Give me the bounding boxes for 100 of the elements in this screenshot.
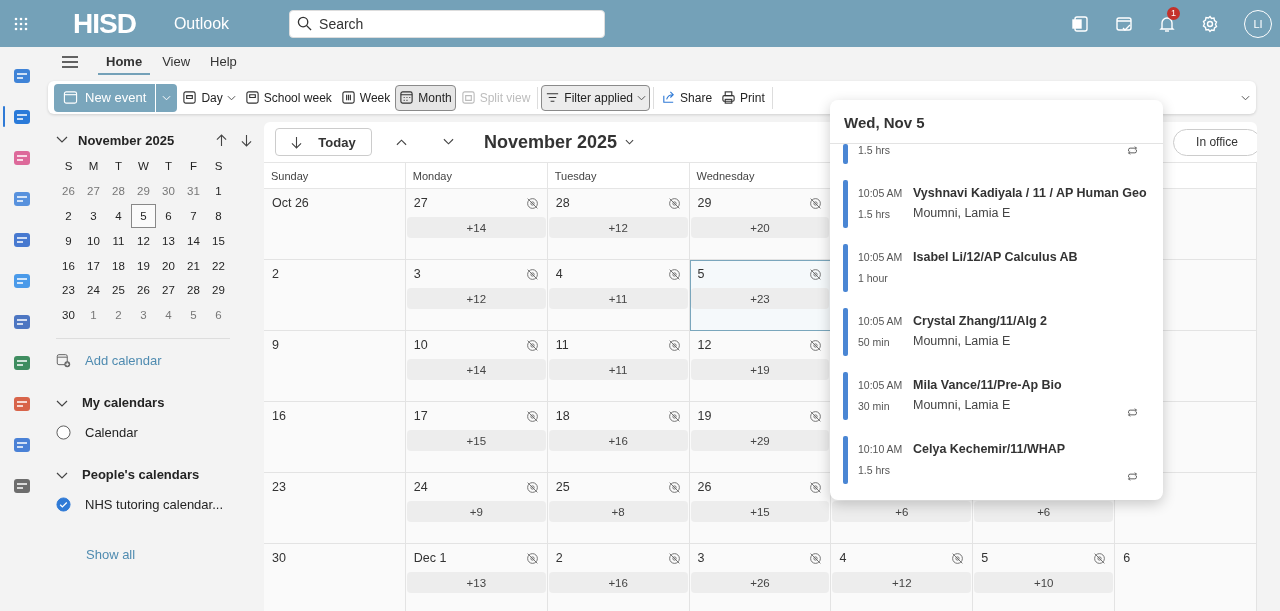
day-cell[interactable]: 2 <box>56 203 81 229</box>
view-button[interactable]: Week <box>336 84 395 111</box>
event-title[interactable]: Mila Vance/11/Pre-Ap Bio <box>913 378 1062 392</box>
event-title[interactable]: Crystal Zhang/11/Alg 2 <box>913 314 1048 328</box>
day-cell[interactable]: 12 <box>131 228 156 254</box>
day-cell[interactable]: 28 <box>181 278 206 303</box>
day-cell[interactable]: 2 <box>264 260 406 331</box>
day-cell[interactable]: 29 <box>206 278 231 303</box>
day-cell[interactable]: 24 <box>81 278 106 303</box>
day-cell[interactable]: 11 +11 <box>547 331 690 402</box>
day-cell[interactable]: 28 +12 <box>547 189 690 260</box>
view-button[interactable]: School week <box>240 84 336 111</box>
day-cell[interactable]: 14 <box>181 228 206 254</box>
day-cell[interactable]: 5 +10 <box>973 544 1116 611</box>
more-events-button[interactable]: +29 <box>690 430 830 451</box>
search-field[interactable]: Search <box>289 9 606 38</box>
day-cell[interactable]: 18 <box>106 253 131 278</box>
day-cell[interactable]: 29 +20 <box>689 189 832 260</box>
day-cell[interactable]: 30 <box>264 544 406 611</box>
day-cell[interactable]: 7 <box>181 203 206 229</box>
day-cell[interactable]: 22 <box>206 253 231 278</box>
more-events-button[interactable]: +20 <box>690 217 830 238</box>
print-button[interactable]: Print <box>717 84 769 111</box>
day-cell[interactable]: 31 <box>181 178 206 204</box>
event-title[interactable]: Vyshnavi Kadiyala / 11 / AP Human Geo <box>913 186 1147 200</box>
day-cell[interactable]: 3 <box>131 302 156 328</box>
day-cell[interactable]: 30 <box>56 302 81 328</box>
more-events-button[interactable]: +19 <box>690 359 830 380</box>
day-cell[interactable]: 21 <box>181 253 206 278</box>
day-cell[interactable]: 23 <box>56 278 81 303</box>
day-cell[interactable]: 4 +12 <box>831 544 974 611</box>
day-cell[interactable]: 4 +11 <box>547 260 690 331</box>
more-events-button[interactable]: +11 <box>548 359 688 380</box>
more-events-button[interactable]: +14 <box>406 359 546 380</box>
more-events-button[interactable]: +6 <box>974 501 1114 522</box>
more-events-button[interactable]: +15 <box>406 430 546 451</box>
more-events-button[interactable]: +8 <box>548 501 688 522</box>
more-events-button[interactable]: +12 <box>832 572 972 593</box>
day-cell[interactable]: 12 +19 <box>689 331 832 402</box>
day-cell[interactable]: 5 <box>131 203 156 229</box>
more-events-button[interactable]: +10 <box>974 572 1114 593</box>
day-cell[interactable]: 20 <box>156 253 181 278</box>
day-cell[interactable]: 3 +26 <box>689 544 832 611</box>
day-cell[interactable]: 3 +12 <box>405 260 548 331</box>
day-cell[interactable]: 10 <box>81 228 106 254</box>
day-cell[interactable]: 24 +9 <box>405 473 548 544</box>
day-cell[interactable]: 13 <box>156 228 181 254</box>
day-cell[interactable]: 6 <box>156 203 181 229</box>
day-cell[interactable]: Dec 1 +13 <box>405 544 548 611</box>
view-button[interactable]: Day <box>178 84 240 111</box>
calendar-name[interactable]: NHS tutoring calendar... <box>85 497 224 513</box>
day-cell[interactable]: 27 <box>156 278 181 303</box>
more-events-button[interactable]: +6 <box>832 501 972 522</box>
day-cell[interactable]: 1 <box>206 178 231 204</box>
day-cell[interactable]: 23 <box>264 473 406 544</box>
ribbon-tab[interactable]: View <box>154 49 199 75</box>
today-button[interactable]: Today <box>275 128 372 156</box>
day-cell[interactable]: 4 <box>106 203 131 229</box>
day-cell[interactable]: 27 +14 <box>405 189 548 260</box>
day-cell[interactable]: 5 <box>181 302 206 328</box>
day-cell[interactable]: 19 <box>131 253 156 278</box>
day-cell[interactable]: 26 +15 <box>689 473 832 544</box>
more-events-button[interactable]: +16 <box>548 430 688 451</box>
in-office-button[interactable]: In office <box>1173 128 1257 156</box>
day-cell[interactable]: 2 +16 <box>547 544 690 611</box>
more-events-button[interactable]: +9 <box>406 501 546 522</box>
day-cell[interactable]: 8 <box>206 203 231 229</box>
day-cell[interactable]: 16 <box>264 402 406 473</box>
share-button[interactable]: Share <box>657 84 717 111</box>
more-events-button[interactable]: +12 <box>548 217 688 238</box>
day-cell[interactable]: 26 <box>56 178 81 204</box>
day-cell[interactable]: 25 +8 <box>547 473 690 544</box>
event-title[interactable]: Isabel Li/12/AP Calculus AB <box>913 250 1078 264</box>
day-cell[interactable]: 5 +23 <box>689 260 832 331</box>
more-events-button[interactable]: +23 <box>690 288 830 309</box>
more-events-button[interactable]: +13 <box>406 572 546 593</box>
calendar-name[interactable]: Calendar <box>85 425 138 441</box>
day-cell[interactable]: 25 <box>106 278 131 303</box>
day-cell[interactable]: 16 <box>56 253 81 278</box>
day-cell[interactable]: 6 <box>1115 544 1257 611</box>
day-cell[interactable]: 4 <box>156 302 181 328</box>
more-events-button[interactable]: +12 <box>406 288 546 309</box>
day-cell[interactable]: 3 <box>81 203 106 229</box>
day-cell[interactable]: 17 <box>81 253 106 278</box>
month-picker[interactable]: November 2025 <box>478 130 641 154</box>
event-title[interactable]: Celya Kechemir/11/WHAP <box>913 442 1066 456</box>
ribbon-tab[interactable]: Home <box>98 49 151 75</box>
ribbon-tab[interactable]: Help <box>202 49 245 75</box>
selected-view-button[interactable]: Month <box>395 84 456 111</box>
day-cell[interactable]: 18 +16 <box>547 402 690 473</box>
filter-button[interactable]: Filter applied <box>541 84 651 111</box>
day-cell[interactable]: Oct 26 <box>264 189 406 260</box>
day-cell[interactable]: 9 <box>56 228 81 254</box>
day-cell[interactable]: 6 <box>206 302 231 328</box>
day-cell[interactable]: 19 +29 <box>689 402 832 473</box>
day-cell[interactable]: 30 <box>156 178 181 204</box>
day-cell[interactable]: 28 <box>106 178 131 204</box>
day-cell[interactable]: 2 <box>106 302 131 328</box>
day-cell[interactable]: 11 <box>106 228 131 254</box>
more-events-button[interactable]: +11 <box>548 288 688 309</box>
